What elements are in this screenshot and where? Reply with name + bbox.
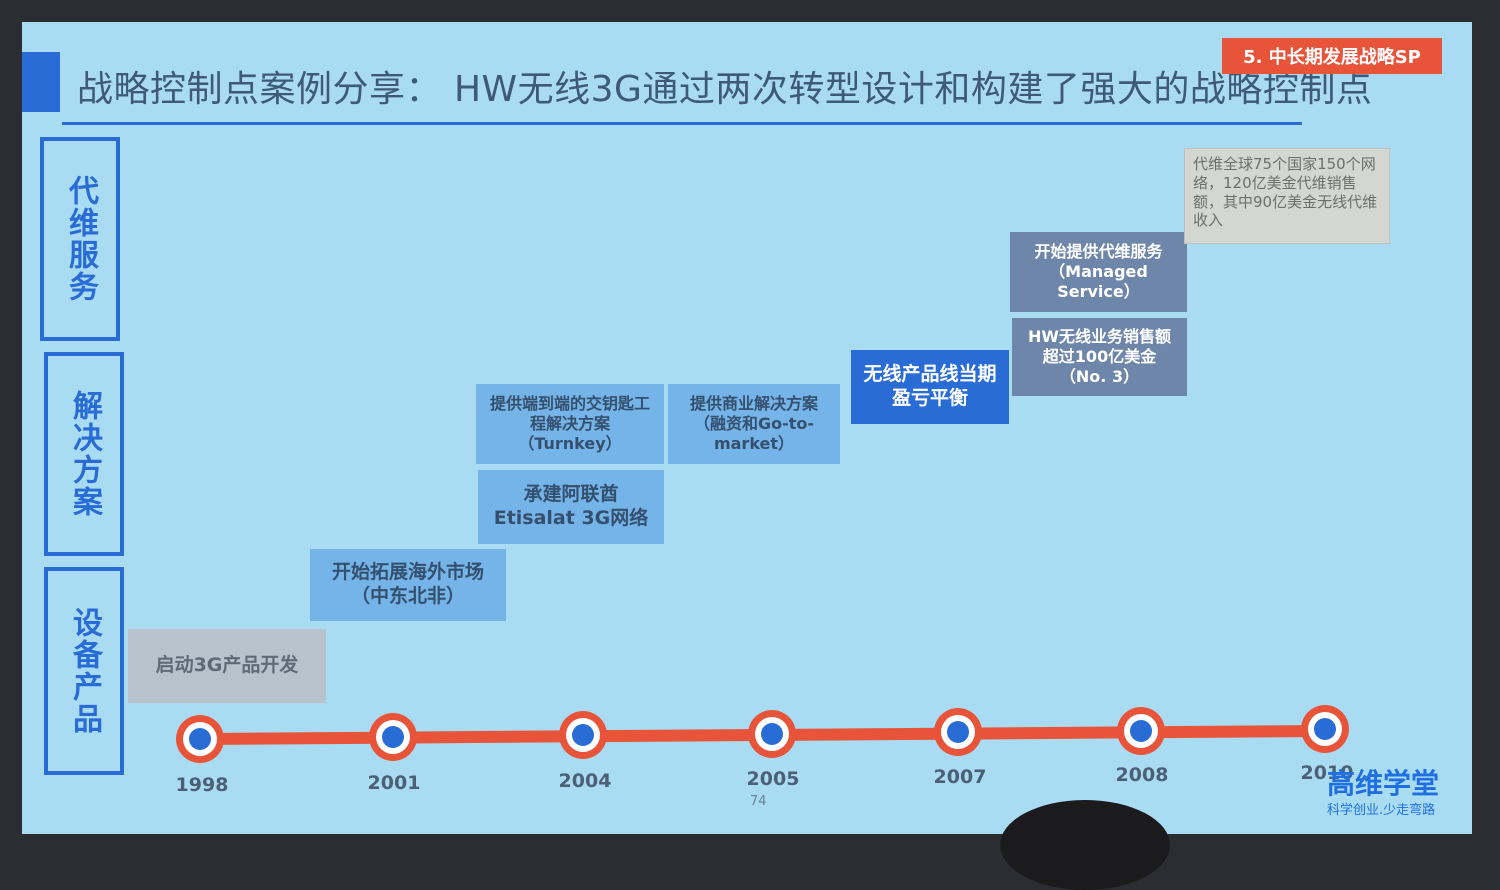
slide: 战略控制点案例分享： HW无线3G通过两次转型设计和构建了强大的战略控制点 5.… <box>22 22 1472 834</box>
year-label-2007: 2007 <box>933 766 987 788</box>
audience-head <box>1000 800 1170 890</box>
logo-slogan: 科学创业.少走弯路 <box>1327 803 1436 818</box>
timeline-node-2010 <box>1301 705 1349 753</box>
year-label-2004: 2004 <box>558 770 612 792</box>
timeline-node-1998 <box>176 715 224 763</box>
timeline-node-2007 <box>934 708 982 756</box>
timeline-node-2004 <box>559 711 607 759</box>
timeline-node-2001 <box>369 713 417 761</box>
timeline <box>176 705 1349 763</box>
year-label-2008: 2008 <box>1115 764 1169 786</box>
timeline-node-2008 <box>1117 707 1165 755</box>
page-number: 74 <box>750 794 767 809</box>
year-label-2005: 2005 <box>746 768 800 790</box>
logo-name: 高维学堂 <box>1327 767 1440 800</box>
timeline-node-2005 <box>748 710 796 758</box>
year-label-2001: 2001 <box>367 772 421 794</box>
year-label-1998: 1998 <box>175 774 229 796</box>
